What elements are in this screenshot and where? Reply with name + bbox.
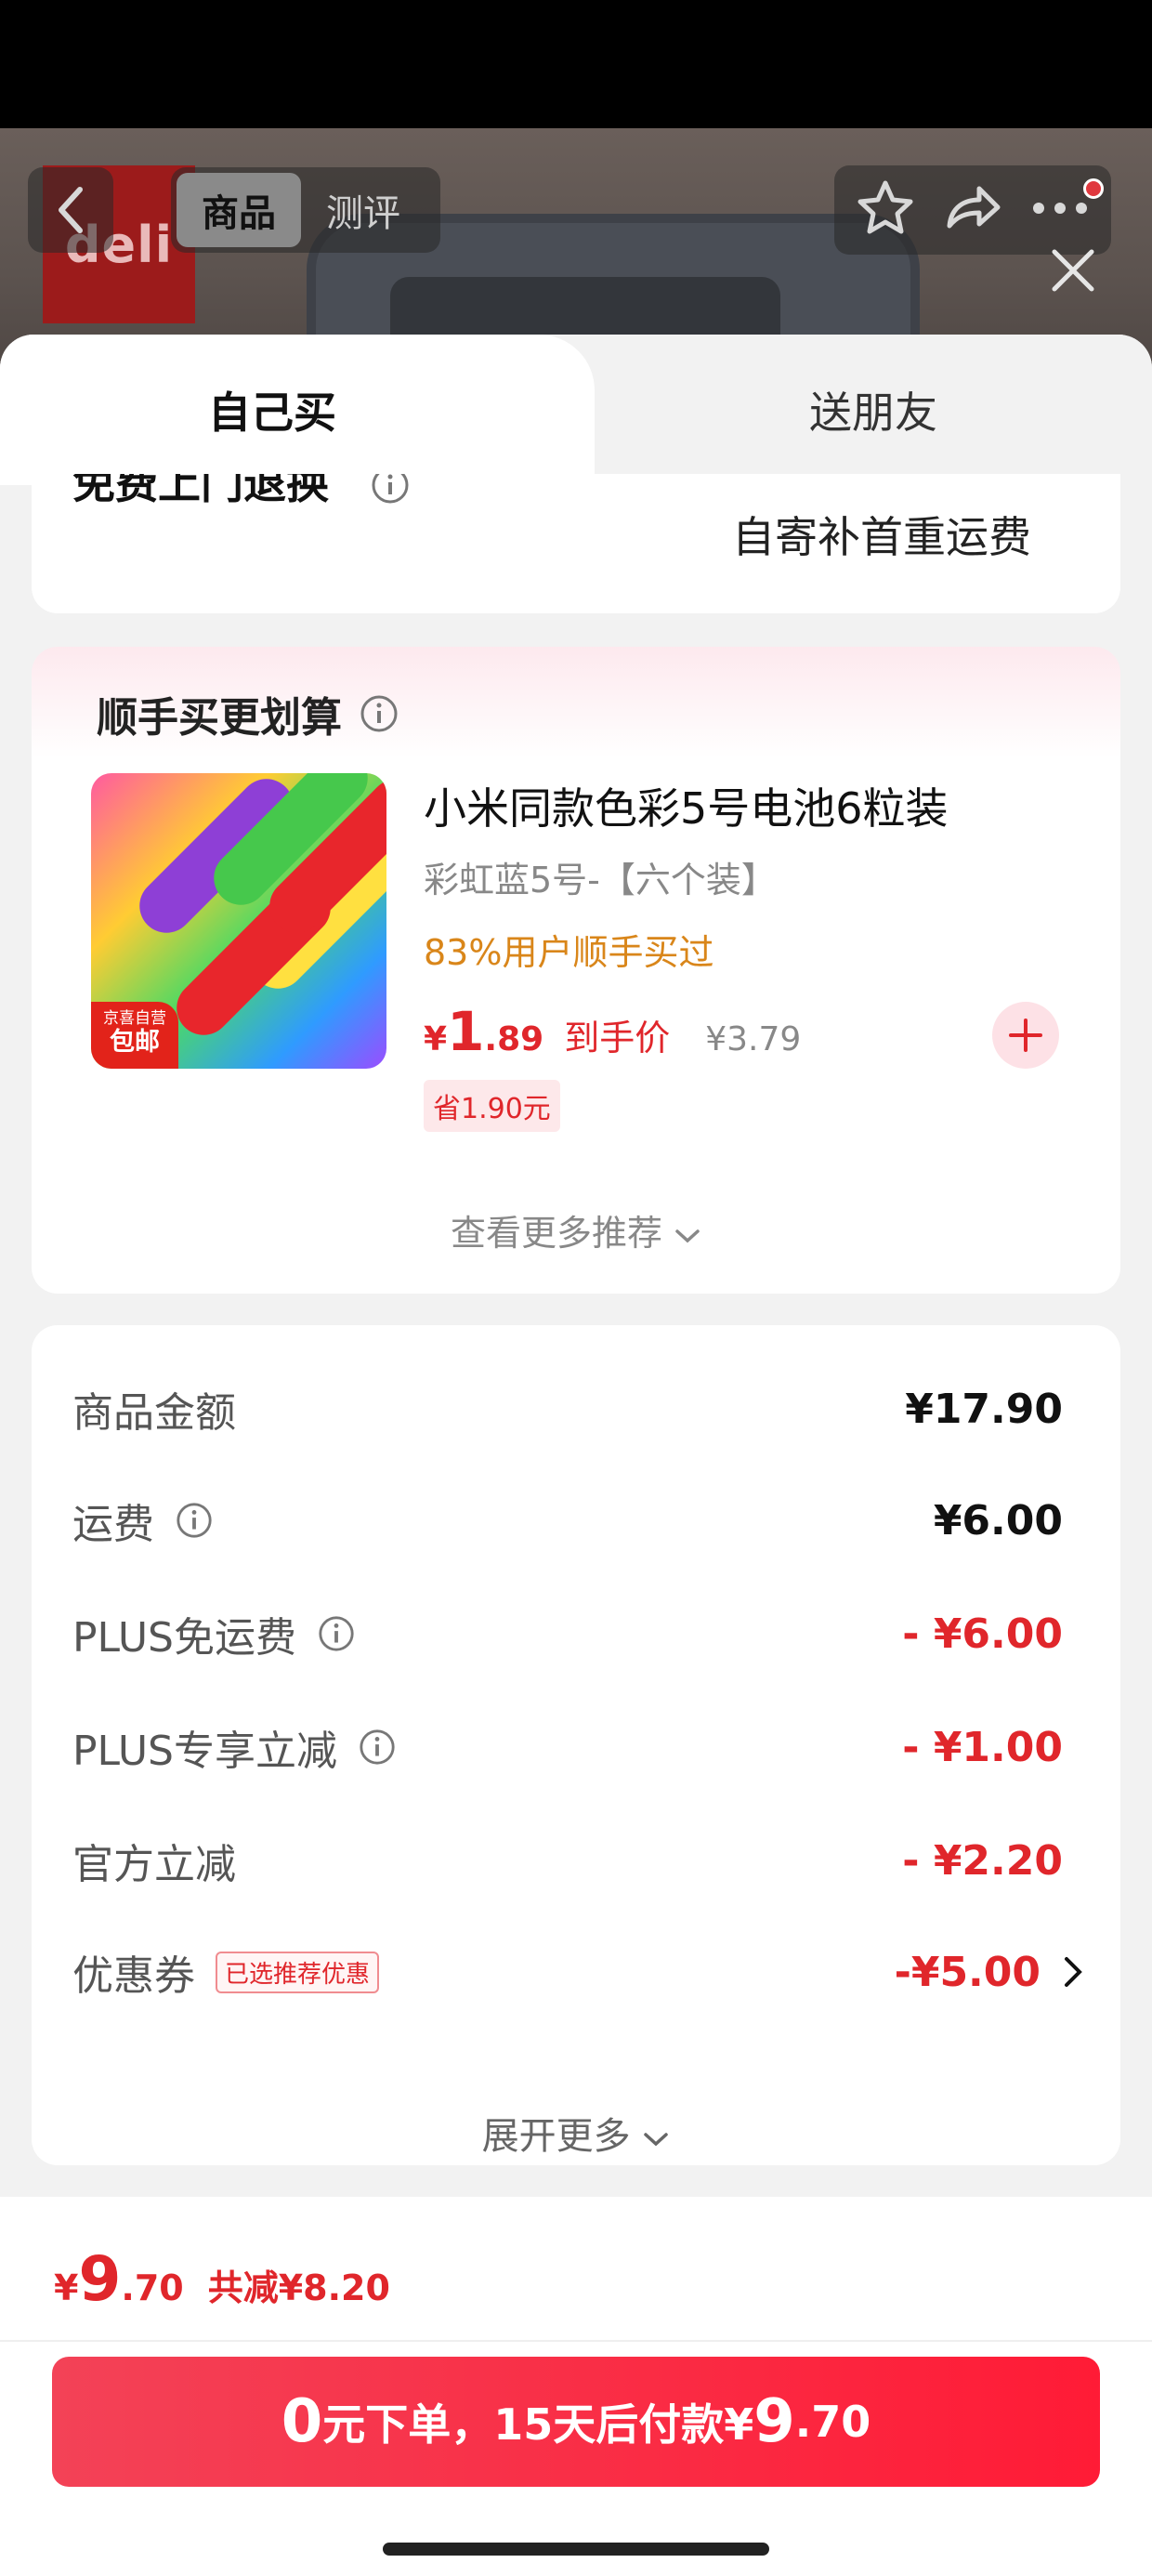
tab-buy-self[interactable]: 自己买 [0, 335, 595, 485]
more-recommend-text: 查看更多推荐 [450, 1213, 662, 1254]
product-price: ¥1.89 [424, 1000, 543, 1063]
price-decimal: .89 [484, 1020, 544, 1058]
product-price-row: ¥1.89 到手价 ¥3.79 [424, 1000, 801, 1063]
pay-later-button[interactable]: 0 元下单，15天后付款¥ 9.70 [52, 2357, 1100, 2487]
return-service-label: 免费上门退换 [72, 474, 329, 508]
total-integer: 9 [78, 2243, 122, 2315]
price-row-official-discount: 官方立减 - ¥2.20 [72, 1823, 1063, 1898]
return-service-value: 自寄补首重运费 [732, 512, 1031, 562]
close-icon [1052, 249, 1094, 292]
favorite-button[interactable] [855, 177, 916, 243]
row-value: - ¥1.00 [902, 1723, 1063, 1771]
info-icon[interactable] [175, 1501, 214, 1540]
save-tag: 省1.90元 [424, 1080, 560, 1132]
notification-dot [1083, 178, 1104, 199]
price-detail-card: 商品金额 ¥17.90 运费 ¥6.00 PLUS免运费 - ¥6.00 PLU… [32, 1325, 1120, 2165]
total-price: ¥9.70 共减¥8.20 [54, 2243, 390, 2315]
row-label: 官方立减 [72, 1841, 236, 1888]
divider [0, 2340, 1152, 2342]
btn-price-integer: 9 [753, 2387, 795, 2456]
expand-more-link[interactable]: 展开更多 [32, 2106, 1120, 2160]
price-row-goods: 商品金额 ¥17.90 [72, 1372, 1063, 1446]
back-icon [59, 187, 83, 233]
tab-product[interactable]: 商品 [177, 173, 301, 247]
plus-icon [1009, 1019, 1042, 1052]
share-button[interactable] [942, 177, 1003, 243]
btn-zero: 0 [281, 2387, 323, 2456]
return-service-card: 免费上门退换 自寄补首重运费 [32, 474, 1120, 613]
home-indicator [383, 2543, 769, 2556]
info-icon[interactable] [358, 1728, 397, 1767]
badge-top-text: 京喜自营 [103, 1009, 166, 1028]
total-symbol: ¥ [54, 2267, 79, 2308]
tab-review[interactable]: 测评 [301, 173, 425, 247]
price-symbol: ¥ [424, 1020, 448, 1058]
shipping-badge: 京喜自营 包邮 [91, 1002, 178, 1069]
more-recommend-link[interactable]: 查看更多推荐 [32, 1204, 1120, 1255]
tab-gift-friend[interactable]: 送朋友 [595, 335, 1152, 485]
add-item-button[interactable] [992, 1002, 1059, 1069]
btn-price-decimal: .70 [794, 2397, 871, 2447]
row-value: - ¥2.20 [902, 1836, 1063, 1885]
price-row-plus-discount: PLUS专享立减 - ¥1.00 [72, 1710, 1063, 1784]
back-button[interactable] [28, 167, 113, 253]
row-label: 运费 [72, 1501, 154, 1548]
header-tabs: 商品 测评 [171, 167, 440, 253]
total-decimal: .70 [121, 2267, 184, 2308]
row-value: ¥17.90 [905, 1385, 1063, 1433]
more-icon [1033, 203, 1087, 214]
row-value: - ¥6.00 [902, 1610, 1063, 1658]
product-name[interactable]: 小米同款色彩5号电池6粒装 [424, 775, 949, 836]
chevron-down-icon [644, 2133, 669, 2147]
chevron-down-icon [675, 1229, 700, 1243]
btn-text: 元下单，15天后付款¥ [322, 2399, 754, 2450]
product-thumbnail[interactable]: 京喜自营 包邮 [91, 773, 386, 1069]
checkout-bar: ¥9.70 共减¥8.20 0 元下单，15天后付款¥ 9.70 [0, 2197, 1152, 2576]
star-icon [857, 180, 913, 234]
price-row-coupon[interactable]: 优惠券 已选推荐优惠 -¥5.00 [72, 1935, 1085, 2009]
chevron-right-icon [1065, 1957, 1082, 1987]
status-bar [0, 0, 1152, 128]
info-icon[interactable] [317, 1614, 356, 1653]
price-label: 到手价 [564, 1018, 671, 1058]
coupon-tag: 已选推荐优惠 [216, 1951, 380, 1993]
row-value: -¥5.00 [894, 1948, 1041, 1996]
more-button[interactable] [1029, 177, 1091, 243]
row-label: 商品金额 [72, 1389, 236, 1437]
row-value: ¥6.00 [933, 1496, 1063, 1544]
recommend-title: 顺手买更划算 [97, 684, 399, 743]
price-row-shipping: 运费 ¥6.00 [72, 1483, 1063, 1557]
price-integer: 1 [447, 1000, 485, 1063]
row-label: PLUS免运费 [72, 1614, 296, 1662]
sheet-tabs: 送朋友 自己买 [0, 335, 1152, 485]
product-spec: 彩虹蓝5号-【六个装】 [424, 860, 777, 900]
row-label: PLUS专享立减 [72, 1728, 337, 1775]
expand-more-text: 展开更多 [481, 2115, 631, 2158]
total-discount: 共减¥8.20 [207, 2267, 390, 2308]
coupon-value-wrap: -¥5.00 [895, 1949, 1085, 1996]
info-icon[interactable] [359, 693, 399, 734]
info-icon[interactable] [370, 474, 411, 506]
badge-bottom-text: 包邮 [110, 1028, 160, 1058]
price-row-plus-shipping: PLUS免运费 - ¥6.00 [72, 1597, 1063, 1671]
share-icon [947, 186, 1001, 229]
recommend-card: 顺手买更划算 京喜自营 包邮 小米同款色彩5号电池6粒装 彩虹蓝5号-【六个装】… [32, 647, 1120, 1294]
recommend-title-text: 顺手买更划算 [97, 694, 342, 742]
original-price: ¥3.79 [705, 1020, 802, 1058]
close-button[interactable] [1041, 238, 1106, 303]
product-stat: 83%用户顺手买过 [424, 932, 714, 973]
row-label: 优惠券 [72, 1952, 195, 2000]
